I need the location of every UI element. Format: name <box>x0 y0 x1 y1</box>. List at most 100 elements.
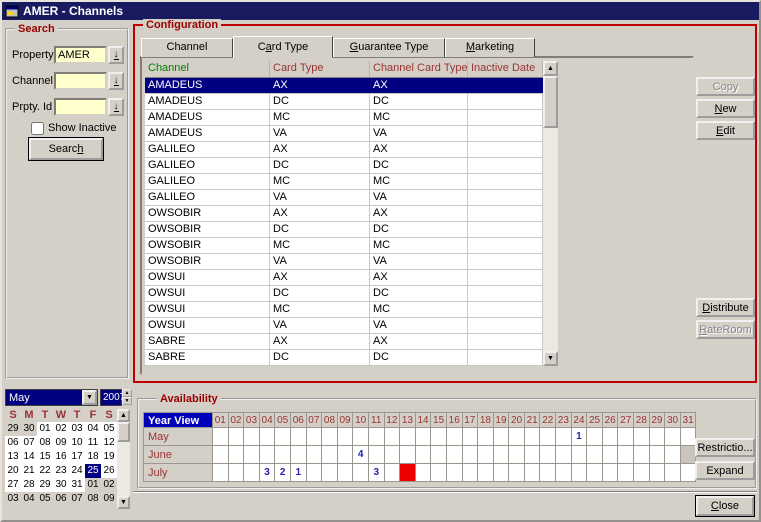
availability-cell[interactable] <box>368 446 385 464</box>
availability-cell[interactable] <box>478 428 494 446</box>
availability-cell[interactable] <box>400 464 416 482</box>
availability-cell[interactable] <box>213 446 229 464</box>
calendar-year-field[interactable]: 2007 <box>100 389 125 406</box>
availability-cell[interactable] <box>618 428 635 446</box>
table-row[interactable]: OWSUI AX AX <box>145 270 558 286</box>
table-row[interactable]: OWSUI VA VA <box>145 318 558 334</box>
availability-cell[interactable] <box>571 464 588 482</box>
availability-cell[interactable] <box>259 446 276 464</box>
year-spin-down-icon[interactable]: ▼ <box>122 397 132 405</box>
calendar-day[interactable]: 01 <box>85 478 101 492</box>
prptyid-lov-button[interactable]: ↓ <box>108 98 124 116</box>
calendar-day[interactable]: 04 <box>21 492 37 506</box>
availability-cell[interactable] <box>353 464 369 482</box>
new-button[interactable]: New <box>696 99 755 118</box>
calendar-day-selected[interactable]: 25 <box>85 464 101 478</box>
table-row[interactable]: AMADEUS VA VA <box>145 126 558 142</box>
availability-cell[interactable]: 1 <box>290 464 307 482</box>
availability-cell[interactable] <box>244 464 260 482</box>
calendar-day[interactable]: 30 <box>53 478 69 492</box>
property-input[interactable] <box>54 46 107 64</box>
calendar-day[interactable]: 20 <box>5 464 21 478</box>
tab-channel[interactable]: Channel <box>141 38 233 57</box>
availability-cell[interactable] <box>353 428 369 446</box>
calendar-day[interactable]: 09 <box>53 436 69 450</box>
availability-cell[interactable] <box>571 446 588 464</box>
calendar-month-select[interactable]: May ▼ <box>5 389 98 406</box>
availability-cell[interactable] <box>213 428 229 446</box>
availability-cell[interactable] <box>306 464 323 482</box>
availability-cell[interactable] <box>649 446 666 464</box>
calendar-day[interactable]: 10 <box>69 436 85 450</box>
expand-button[interactable]: Expand <box>695 461 755 480</box>
availability-cell[interactable]: 3 <box>259 464 276 482</box>
calendar-day[interactable]: 15 <box>37 450 53 464</box>
availability-cell[interactable] <box>509 446 525 464</box>
availability-cell[interactable] <box>259 428 276 446</box>
prptyid-input[interactable] <box>54 98 107 116</box>
calendar-day[interactable]: 30 <box>21 422 37 436</box>
table-row[interactable]: AMADEUS DC DC <box>145 94 558 110</box>
show-inactive-checkbox[interactable] <box>31 121 44 135</box>
calendar-day[interactable]: 07 <box>21 436 37 450</box>
availability-cell[interactable] <box>368 428 385 446</box>
availability-cell[interactable] <box>322 446 338 464</box>
availability-cell[interactable] <box>213 464 229 482</box>
availability-cell[interactable] <box>540 428 557 446</box>
table-row[interactable]: GALILEO AX AX <box>145 142 558 158</box>
calendar-scroll-down-icon[interactable]: ▼ <box>117 496 130 509</box>
availability-cell[interactable] <box>322 428 338 446</box>
property-lov-button[interactable]: ↓ <box>108 46 124 64</box>
calendar-day[interactable]: 31 <box>69 478 85 492</box>
calendar-day[interactable]: 21 <box>21 464 37 478</box>
calendar-day[interactable]: 13 <box>5 450 21 464</box>
calendar-scroll-up-icon[interactable]: ▲ <box>117 409 130 422</box>
table-row[interactable]: OWSOBIR VA VA <box>145 254 558 270</box>
availability-cell[interactable] <box>665 446 681 464</box>
channel-input[interactable] <box>54 72 107 90</box>
availability-cell[interactable] <box>634 428 650 446</box>
calendar-day[interactable]: 03 <box>69 422 85 436</box>
availability-cell[interactable] <box>587 428 603 446</box>
search-button[interactable]: Search <box>28 137 104 161</box>
availability-cell[interactable] <box>493 446 510 464</box>
availability-cell[interactable] <box>587 446 603 464</box>
calendar-day[interactable]: 27 <box>5 478 21 492</box>
availability-cell[interactable] <box>337 464 354 482</box>
calendar-day[interactable]: 28 <box>21 478 37 492</box>
table-row[interactable]: AMADEUS AX AX <box>145 78 558 94</box>
availability-cell[interactable] <box>400 428 416 446</box>
availability-cell[interactable] <box>462 446 479 464</box>
scroll-down-icon[interactable]: ▼ <box>543 351 558 366</box>
scrollbar-thumb[interactable] <box>543 76 558 128</box>
availability-cell[interactable] <box>509 428 525 446</box>
availability-cell[interactable] <box>415 464 432 482</box>
availability-cell[interactable]: 3 <box>368 464 385 482</box>
availability-cell[interactable] <box>337 446 354 464</box>
table-row[interactable]: OWSOBIR DC DC <box>145 222 558 238</box>
availability-cell[interactable] <box>478 464 494 482</box>
availability-cell[interactable] <box>478 446 494 464</box>
calendar-day[interactable]: 17 <box>69 450 85 464</box>
calendar-day[interactable]: 23 <box>53 464 69 478</box>
table-row[interactable]: SABRE AX AX <box>145 334 558 350</box>
availability-cell[interactable] <box>493 428 510 446</box>
calendar-day[interactable]: 24 <box>69 464 85 478</box>
availability-cell[interactable] <box>228 446 245 464</box>
table-row[interactable]: AMADEUS MC MC <box>145 110 558 126</box>
availability-cell[interactable] <box>602 428 619 446</box>
calendar-day[interactable]: 04 <box>85 422 101 436</box>
availability-cell[interactable] <box>228 464 245 482</box>
edit-button[interactable]: Edit <box>696 121 755 140</box>
calendar-day[interactable]: 02 <box>53 422 69 436</box>
availability-cell[interactable] <box>244 428 260 446</box>
availability-cell[interactable] <box>602 464 619 482</box>
distribute-button[interactable]: Distribute <box>696 298 755 317</box>
availability-cell[interactable] <box>431 428 447 446</box>
calendar-day[interactable]: 19 <box>101 450 117 464</box>
table-row[interactable]: OWSUI MC MC <box>145 302 558 318</box>
calendar-day[interactable]: 03 <box>5 492 21 506</box>
calendar-day[interactable]: 07 <box>69 492 85 506</box>
calendar-scrollbar-thumb[interactable] <box>117 422 130 442</box>
table-row[interactable]: OWSOBIR AX AX <box>145 206 558 222</box>
